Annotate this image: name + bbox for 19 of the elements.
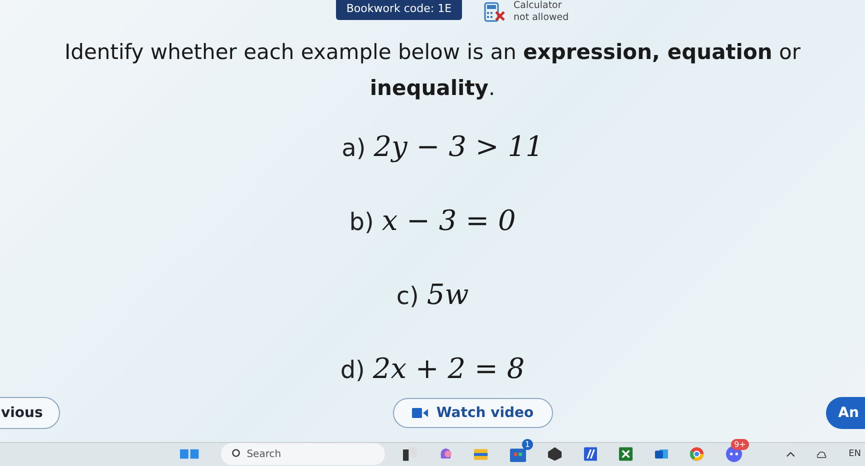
item-label: b) [349,208,374,236]
math-expression: 5w [426,278,469,311]
math-expression: 2y − 3 > 11 [374,130,544,163]
question-text: Identify whether each example below is an expression, equation or inequality. [63,39,802,102]
notification-badge: 9+ [731,439,749,450]
next-button[interactable]: An [826,396,865,429]
item-label: a) [342,134,366,162]
watch-video-button[interactable]: Watch video [393,398,553,428]
math-expression: x − 3 = 0 [382,204,516,237]
bookwork-code-badge: Bookwork code: 1E [336,0,462,20]
calculator-status: not allowed [514,12,569,24]
notification-badge: 1 [522,439,533,450]
previous-button[interactable]: vious [0,396,60,429]
math-expression: 2x + 2 = 8 [372,352,525,385]
language-indicator[interactable]: EN [848,449,861,460]
item-label: c) [396,282,419,310]
calculator-label: Calculator [514,0,563,12]
taskbar-search-field[interactable]: Search [220,443,386,466]
item-label: d) [340,356,365,384]
